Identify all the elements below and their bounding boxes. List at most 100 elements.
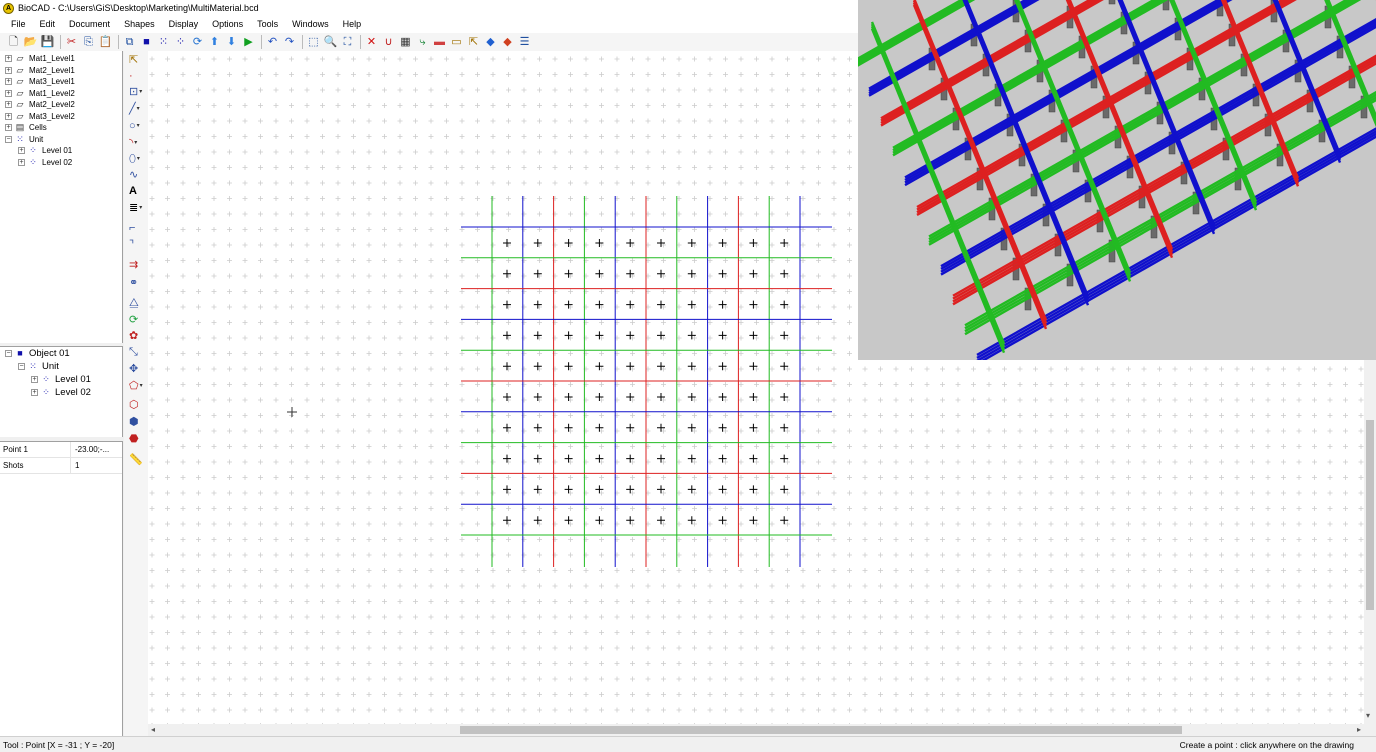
point-marker[interactable] bbox=[780, 485, 789, 494]
cut-icon[interactable]: ✂ bbox=[64, 35, 79, 50]
tree-item[interactable]: + ▱ Mat3_Level1 bbox=[0, 76, 122, 88]
open-icon[interactable]: 📂 bbox=[23, 35, 38, 50]
dropdown-arrow-icon[interactable]: ▾ bbox=[137, 119, 140, 133]
point-marker[interactable] bbox=[626, 239, 635, 247]
point-marker[interactable] bbox=[595, 454, 604, 463]
play-icon[interactable]: ▶ bbox=[241, 35, 256, 50]
offset-tool-icon[interactable]: ⬠ ▾ bbox=[129, 379, 147, 393]
menu-options[interactable]: Options bbox=[205, 16, 250, 33]
point-marker[interactable] bbox=[595, 239, 604, 247]
hatch-tool-icon[interactable]: ≣ ▾ bbox=[129, 201, 147, 215]
dropdown-arrow-icon[interactable]: ▾ bbox=[139, 201, 142, 215]
point-marker[interactable] bbox=[780, 423, 789, 432]
object-item[interactable]: − ⁙ Unit bbox=[0, 360, 122, 373]
collapse-icon[interactable]: − bbox=[5, 135, 12, 143]
expand-icon[interactable]: + bbox=[31, 376, 38, 383]
move-tool-icon[interactable]: ✥ bbox=[129, 362, 147, 376]
point-marker[interactable] bbox=[595, 485, 604, 494]
arrow-down-icon[interactable]: ⬇ bbox=[224, 35, 239, 50]
select-tool-icon[interactable]: ⇱ bbox=[129, 53, 147, 67]
trim-tool-icon[interactable]: ⬡ bbox=[129, 398, 147, 412]
point-marker[interactable] bbox=[533, 454, 542, 463]
menu-tools[interactable]: Tools bbox=[250, 16, 285, 33]
point-marker[interactable] bbox=[503, 239, 511, 247]
tree-item[interactable]: − ⁙ Unit bbox=[0, 134, 122, 146]
dropdown-arrow-icon[interactable]: ▾ bbox=[134, 136, 137, 150]
folder-icon[interactable]: ▭ bbox=[449, 35, 464, 50]
layer-red-icon[interactable]: ◆ bbox=[500, 35, 515, 50]
point-tool-icon[interactable]: · bbox=[129, 69, 147, 83]
grid-icon[interactable]: ⁙ bbox=[156, 35, 171, 50]
point-marker[interactable] bbox=[533, 423, 542, 432]
text-tool-icon[interactable]: A bbox=[129, 184, 147, 198]
expand-icon[interactable]: + bbox=[5, 124, 12, 132]
3d-preview-view[interactable] bbox=[858, 0, 1376, 360]
point-marker[interactable] bbox=[564, 516, 573, 525]
point-marker[interactable] bbox=[533, 485, 542, 494]
refresh-icon[interactable]: ⟳ bbox=[190, 35, 205, 50]
array-tool-icon[interactable]: ✿ bbox=[129, 329, 147, 343]
point-marker[interactable] bbox=[564, 485, 573, 494]
menu-display[interactable]: Display bbox=[162, 16, 206, 33]
horizontal-scrollbar[interactable]: ◂ ▸ bbox=[148, 724, 1364, 736]
expand-icon[interactable]: + bbox=[18, 147, 25, 155]
point-marker[interactable] bbox=[533, 269, 542, 278]
measure-tool-icon[interactable]: 📏 bbox=[129, 453, 147, 467]
point-marker[interactable] bbox=[503, 454, 511, 463]
menu-shapes[interactable]: Shapes bbox=[117, 16, 162, 33]
expand-icon[interactable]: + bbox=[5, 66, 12, 74]
boolean-tool-icon[interactable]: ⬢ bbox=[129, 415, 147, 429]
magnet-icon[interactable]: ∪ bbox=[381, 35, 396, 50]
point-marker[interactable] bbox=[780, 269, 789, 278]
scroll-left-arrow-icon[interactable]: ◂ bbox=[151, 724, 155, 736]
scroll-down-arrow-icon[interactable]: ▾ bbox=[1366, 710, 1370, 722]
tree-item[interactable]: + ▱ Mat2_Level1 bbox=[0, 65, 122, 77]
point-marker[interactable] bbox=[626, 269, 635, 278]
point-marker[interactable] bbox=[626, 485, 635, 494]
material-lattice[interactable] bbox=[461, 196, 832, 567]
point-marker[interactable] bbox=[780, 454, 789, 463]
point-marker[interactable] bbox=[626, 516, 635, 525]
point-marker[interactable] bbox=[595, 423, 604, 432]
point-marker[interactable] bbox=[564, 239, 573, 247]
dropdown-arrow-icon[interactable]: ▾ bbox=[137, 102, 140, 116]
point-marker[interactable] bbox=[503, 269, 511, 278]
point-marker[interactable] bbox=[780, 516, 789, 525]
property-row[interactable]: Shots 1 bbox=[0, 458, 122, 474]
zoom-fit-icon[interactable]: ⛶ bbox=[340, 35, 355, 50]
object-item[interactable]: + ⁘ Level 02 bbox=[0, 386, 122, 399]
layers-icon[interactable]: ⧉ bbox=[122, 35, 137, 50]
copy-icon[interactable]: ⎘ bbox=[81, 35, 96, 50]
menu-edit[interactable]: Edit bbox=[33, 16, 63, 33]
point-marker[interactable] bbox=[564, 423, 573, 432]
delete-icon[interactable]: ✕ bbox=[364, 35, 379, 50]
points-icon[interactable]: ⁘ bbox=[173, 35, 188, 50]
point-marker[interactable] bbox=[533, 516, 542, 525]
point-marker[interactable] bbox=[564, 269, 573, 278]
tape-icon[interactable]: ▬ bbox=[432, 35, 447, 50]
property-value[interactable]: 1 bbox=[71, 458, 122, 473]
menu-document[interactable]: Document bbox=[62, 16, 117, 33]
arrow-up-icon[interactable]: ⬆ bbox=[207, 35, 222, 50]
tree-item[interactable]: + ▤ Cells bbox=[0, 122, 122, 134]
expand-icon[interactable]: + bbox=[31, 389, 38, 396]
point-marker[interactable] bbox=[503, 516, 511, 525]
dropdown-arrow-icon[interactable]: ▾ bbox=[139, 85, 142, 99]
scale-tool-icon[interactable]: ⤡ bbox=[129, 345, 147, 359]
scroll-right-arrow-icon[interactable]: ▸ bbox=[1357, 724, 1361, 736]
square-icon[interactable]: ■ bbox=[139, 35, 154, 50]
point-marker[interactable] bbox=[564, 454, 573, 463]
select-icon[interactable]: ⇱ bbox=[466, 35, 481, 50]
save-icon[interactable]: 💾 bbox=[40, 35, 55, 50]
redo-icon[interactable]: ↷ bbox=[282, 35, 297, 50]
tree-item[interactable]: + ⁘ Level 01 bbox=[0, 145, 122, 157]
collapse-icon[interactable]: − bbox=[18, 363, 25, 370]
point-marker[interactable] bbox=[780, 239, 789, 247]
extend-tool-icon[interactable]: ⇉ bbox=[129, 258, 147, 272]
undo-icon[interactable]: ↶ bbox=[265, 35, 280, 50]
zoom-window-icon[interactable]: ⬚ bbox=[306, 35, 321, 50]
spline-tool-icon[interactable]: ∿ bbox=[129, 168, 147, 182]
zoom-icon[interactable]: 🔍 bbox=[323, 35, 338, 50]
vertical-scroll-thumb[interactable] bbox=[1366, 420, 1374, 610]
dropdown-arrow-icon[interactable]: ▾ bbox=[140, 379, 143, 393]
